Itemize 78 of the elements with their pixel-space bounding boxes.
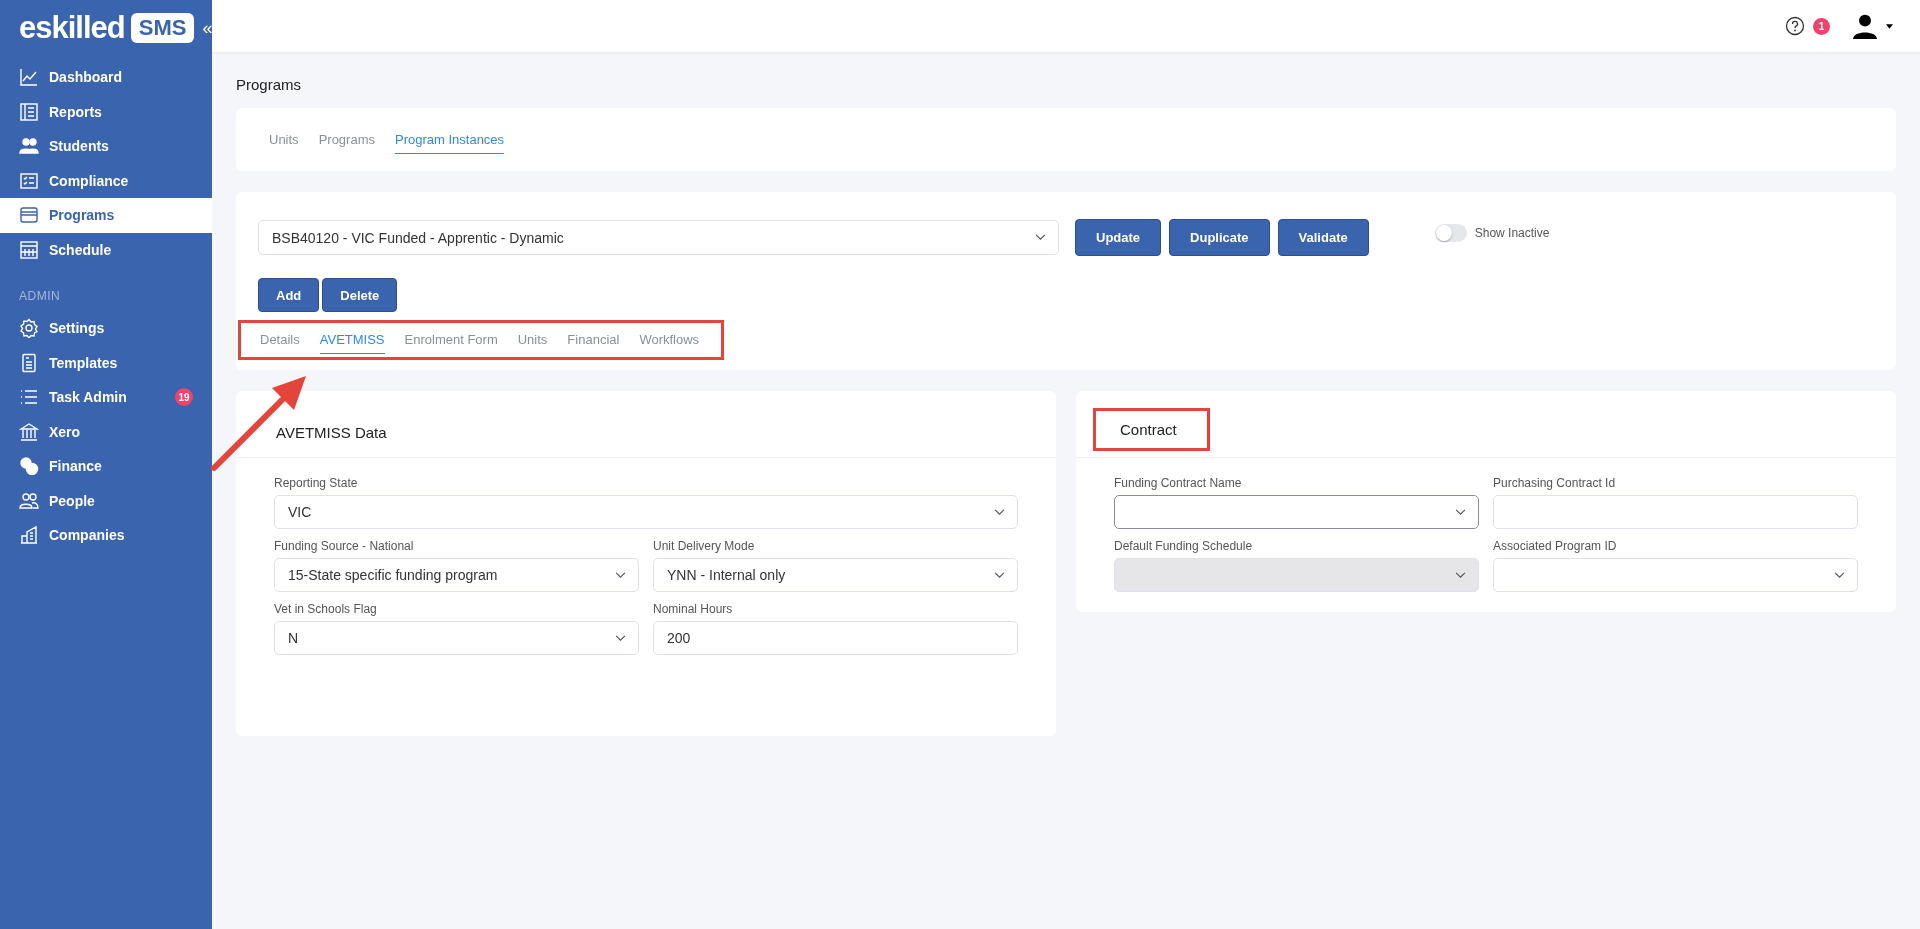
help-icon[interactable] bbox=[1785, 16, 1805, 36]
chevron-down-icon bbox=[615, 571, 626, 579]
calendar-icon bbox=[19, 239, 39, 260]
chevron-down-icon bbox=[994, 571, 1005, 579]
toggle-label: Show Inactive bbox=[1474, 225, 1550, 240]
sidebar-item[interactable]: Students bbox=[0, 129, 212, 164]
document-icon bbox=[19, 352, 39, 373]
sidebar-item[interactable]: Xero bbox=[0, 414, 212, 449]
field-label: Associated Program ID bbox=[1493, 539, 1618, 553]
field-label: Nominal Hours bbox=[653, 602, 734, 616]
notification-badge: 1 bbox=[1813, 17, 1830, 35]
user-avatar-icon[interactable] bbox=[1852, 13, 1878, 39]
input-field[interactable] bbox=[1493, 495, 1858, 529]
action-button[interactable]: Add bbox=[258, 278, 320, 312]
people-icon bbox=[19, 490, 39, 511]
building-icon bbox=[19, 525, 39, 546]
sidebar-item[interactable]: People bbox=[0, 483, 212, 518]
logo-badge: SMS bbox=[130, 13, 195, 43]
caret-icon[interactable] bbox=[1886, 23, 1893, 29]
field-label: Default Funding Schedule bbox=[1114, 539, 1254, 553]
sidebar-item[interactable]: Dashboard bbox=[0, 60, 212, 95]
section-heading: ADMIN bbox=[18, 288, 62, 305]
sidebar-item[interactable]: Compliance bbox=[0, 163, 212, 198]
sidebar-item[interactable]: Templates bbox=[0, 345, 212, 380]
coins-icon bbox=[19, 456, 39, 477]
report-icon bbox=[19, 101, 39, 122]
line-chart-icon bbox=[19, 67, 39, 88]
field-label: Purchasing Contract Id bbox=[1493, 476, 1617, 490]
action-button[interactable]: Validate bbox=[1277, 219, 1369, 256]
toggle-switch[interactable] bbox=[1434, 223, 1467, 242]
bank-icon bbox=[19, 421, 39, 442]
select-field[interactable]: YNN - Internal only bbox=[653, 558, 1018, 592]
action-button[interactable]: Update bbox=[1075, 219, 1162, 256]
field-label: Unit Delivery Mode bbox=[653, 539, 756, 553]
card-title: Contract bbox=[1093, 408, 1210, 451]
tab[interactable]: Enrolment Form bbox=[404, 326, 498, 354]
sidebar-item[interactable]: Companies bbox=[0, 518, 212, 553]
action-button[interactable]: Delete bbox=[322, 278, 398, 312]
tab[interactable]: Workflows bbox=[639, 326, 700, 354]
tab[interactable]: Details bbox=[260, 326, 300, 354]
checklist-icon bbox=[19, 170, 39, 191]
count-badge: 19 bbox=[175, 388, 193, 407]
select-field[interactable]: 15-State specific funding program bbox=[274, 558, 639, 592]
chevron-down-icon bbox=[615, 634, 626, 642]
chevron-down-icon bbox=[994, 508, 1005, 516]
sidebar-item[interactable]: Reports bbox=[0, 94, 212, 129]
tab[interactable]: Programs bbox=[318, 125, 375, 154]
chevron-down-icon bbox=[1035, 234, 1046, 241]
field-label: Reporting State bbox=[274, 476, 359, 490]
window-icon bbox=[19, 205, 39, 226]
people-icon bbox=[19, 136, 39, 157]
program-select[interactable]: BSB40120 - VIC Funded - Apprentic - Dynamic bbox=[258, 220, 1059, 255]
select-field[interactable]: VIC bbox=[274, 495, 1018, 529]
sidebar-item[interactable]: Settings bbox=[0, 311, 212, 346]
page-title: Programs bbox=[236, 76, 303, 93]
card-title: AVETMISS Data bbox=[275, 423, 388, 443]
tab[interactable]: Program Instances bbox=[395, 125, 505, 154]
action-button[interactable]: Duplicate bbox=[1169, 219, 1270, 256]
tab[interactable]: Units bbox=[517, 326, 548, 354]
sidebar-item[interactable]: Finance bbox=[0, 449, 212, 484]
sidebar-item[interactable]: Schedule bbox=[0, 232, 212, 267]
chevron-down-icon bbox=[1455, 571, 1466, 579]
input-field[interactable]: 200 bbox=[653, 621, 1018, 655]
chevron-down-icon bbox=[1455, 508, 1466, 516]
settings-icon bbox=[19, 318, 39, 339]
chevron-down-icon bbox=[1834, 571, 1845, 579]
select-field[interactable] bbox=[1114, 495, 1479, 529]
logo-text: eskilled bbox=[19, 10, 125, 46]
select-field[interactable]: N bbox=[274, 621, 639, 655]
field-label: Funding Contract Name bbox=[1114, 476, 1243, 490]
tab[interactable]: Financial bbox=[567, 326, 620, 354]
field-label: Vet in Schools Flag bbox=[274, 602, 378, 616]
tab[interactable]: Units bbox=[269, 125, 299, 154]
field-label: Funding Source - National bbox=[274, 539, 415, 553]
collapse-button[interactable]: « bbox=[202, 17, 213, 39]
sidebar-item[interactable]: Programs bbox=[0, 198, 212, 233]
sidebar-item[interactable]: Task Admin 19 bbox=[0, 380, 212, 415]
tab[interactable]: AVETMISS bbox=[319, 326, 385, 354]
